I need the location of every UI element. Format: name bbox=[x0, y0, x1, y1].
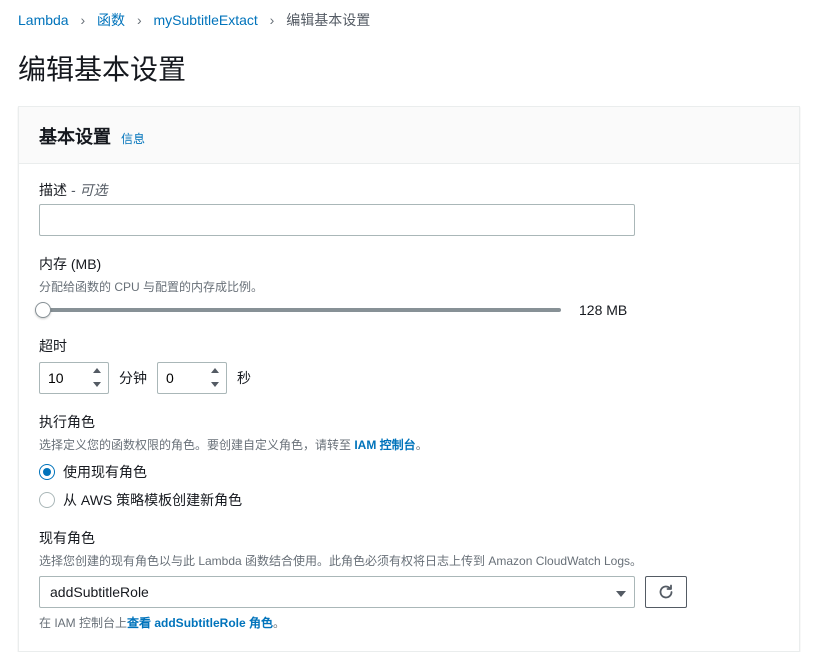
radio-checked-icon bbox=[39, 464, 55, 480]
description-field: 描述 - 可选 bbox=[39, 180, 779, 236]
memory-value: 128 MB bbox=[579, 302, 627, 318]
minutes-increment-button[interactable] bbox=[91, 364, 103, 376]
existing-role-label: 现有角色 bbox=[39, 528, 779, 548]
info-link[interactable]: 信息 bbox=[121, 130, 145, 147]
chevron-up-icon bbox=[211, 368, 219, 373]
seconds-unit: 秒 bbox=[237, 368, 251, 388]
breadcrumb: Lambda › 函数 › mySubtitleExtact › 编辑基本设置 bbox=[0, 0, 818, 40]
chevron-down-icon bbox=[211, 382, 219, 387]
execution-role-hint: 选择定义您的函数权限的角色。要创建自定义角色，请转至 IAM 控制台。 bbox=[39, 436, 779, 454]
existing-role-hint: 选择您创建的现有角色以与此 Lambda 函数结合使用。此角色必须有权将日志上传… bbox=[39, 552, 779, 570]
timeout-label: 超时 bbox=[39, 336, 779, 356]
memory-hint: 分配给函数的 CPU 与配置的内存成比例。 bbox=[39, 278, 779, 296]
chevron-up-icon bbox=[93, 368, 101, 373]
minutes-decrement-button[interactable] bbox=[91, 378, 103, 390]
breadcrumb-function-name[interactable]: mySubtitleExtact bbox=[154, 12, 258, 28]
breadcrumb-current: 编辑基本设置 bbox=[286, 12, 370, 28]
radio-use-existing-role[interactable]: 使用现有角色 bbox=[39, 462, 779, 482]
panel-title: 基本设置 bbox=[39, 123, 111, 149]
existing-role-select[interactable]: addSubtitleRole bbox=[39, 576, 635, 608]
description-label: 描述 - 可选 bbox=[39, 180, 779, 200]
existing-role-field: 现有角色 选择您创建的现有角色以与此 Lambda 函数结合使用。此角色必须有权… bbox=[39, 528, 779, 631]
execution-role-label: 执行角色 bbox=[39, 412, 779, 432]
execution-role-field: 执行角色 选择定义您的函数权限的角色。要创建自定义角色，请转至 IAM 控制台。… bbox=[39, 412, 779, 510]
breadcrumb-lambda[interactable]: Lambda bbox=[18, 12, 69, 28]
timeout-field: 超时 分钟 bbox=[39, 336, 779, 394]
view-role-link[interactable]: 查看 addSubtitleRole 角色 bbox=[127, 616, 273, 630]
radio-existing-label: 使用现有角色 bbox=[63, 462, 147, 482]
refresh-icon bbox=[658, 584, 674, 600]
memory-slider[interactable] bbox=[39, 308, 561, 312]
chevron-down-icon bbox=[93, 382, 101, 387]
seconds-increment-button[interactable] bbox=[209, 364, 221, 376]
panel-header: 基本设置 信息 bbox=[19, 107, 799, 164]
minutes-unit: 分钟 bbox=[119, 368, 147, 388]
radio-create-from-template[interactable]: 从 AWS 策略模板创建新角色 bbox=[39, 490, 779, 510]
seconds-decrement-button[interactable] bbox=[209, 378, 221, 390]
memory-field: 内存 (MB) 分配给函数的 CPU 与配置的内存成比例。 128 MB bbox=[39, 254, 779, 318]
breadcrumb-functions[interactable]: 函数 bbox=[97, 12, 125, 28]
slider-thumb[interactable] bbox=[35, 302, 51, 318]
chevron-right-icon: › bbox=[137, 12, 142, 28]
radio-template-label: 从 AWS 策略模板创建新角色 bbox=[63, 490, 242, 510]
chevron-right-icon: › bbox=[80, 12, 85, 28]
iam-view-info: 在 IAM 控制台上查看 addSubtitleRole 角色。 bbox=[39, 614, 779, 631]
basic-settings-panel: 基本设置 信息 描述 - 可选 内存 (MB) 分配给函数的 CPU 与配置的内… bbox=[18, 106, 800, 652]
existing-role-selected: addSubtitleRole bbox=[50, 584, 149, 600]
chevron-right-icon: › bbox=[270, 12, 275, 28]
page-title: 编辑基本设置 bbox=[0, 40, 818, 106]
caret-down-icon bbox=[616, 584, 626, 600]
refresh-button[interactable] bbox=[645, 576, 687, 608]
iam-console-link[interactable]: IAM 控制台 bbox=[354, 438, 415, 452]
radio-unchecked-icon bbox=[39, 492, 55, 508]
description-input[interactable] bbox=[39, 204, 635, 236]
memory-label: 内存 (MB) bbox=[39, 254, 779, 274]
